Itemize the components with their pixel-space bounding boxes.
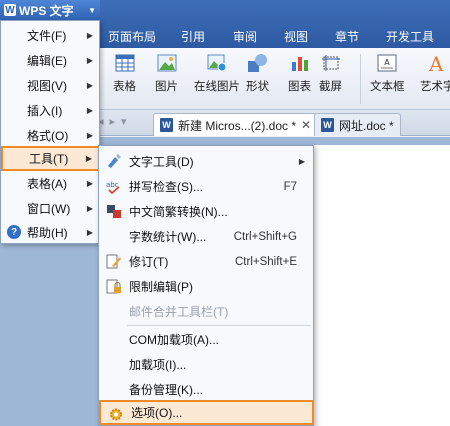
online-image-button[interactable]: 在线图片: [194, 52, 240, 94]
menu-com-addins[interactable]: COM加载项(A)...: [99, 327, 313, 352]
toolbar-separator: [360, 54, 361, 104]
art-text-button[interactable]: A 艺术字: [420, 52, 450, 94]
shape-icon: [247, 52, 269, 74]
text-tools-icon: [106, 154, 122, 169]
app-title: WPS 文字: [19, 3, 74, 18]
svg-text:A: A: [428, 53, 444, 73]
app-menu-button[interactable]: W WPS 文字 ▼: [0, 0, 100, 20]
caret-down-icon: ▼: [88, 5, 96, 15]
main-menu: 文件(F) ▶ 编辑(E) ▶ 视图(V) ▶ 插入(I) ▶ 格式(O) ▶ 工具(T)…: [0, 20, 100, 244]
arrow-right-icon: ▶: [86, 81, 93, 90]
arrow-right-icon: ▶: [85, 154, 92, 163]
chinese-conversion-icon: [106, 204, 122, 219]
screenshot-button[interactable]: 截屏: [319, 52, 342, 94]
menu-file[interactable]: 文件(F) ▶: [1, 23, 99, 48]
arrow-right-icon: ▶: [298, 157, 305, 166]
menu-tools[interactable]: 工具(T) ▶: [1, 146, 100, 171]
screenshot-icon: [320, 52, 342, 74]
doc-tab-label: 新建 Micros...(2).doc *: [178, 118, 297, 133]
menu-backup-manager[interactable]: 备份管理(K)...: [99, 377, 313, 402]
arrow-right-icon: ▶: [86, 228, 93, 237]
tab-review[interactable]: 审阅: [233, 28, 257, 45]
art-text-icon: A: [426, 52, 448, 74]
word-doc-icon: W: [321, 118, 334, 132]
arrow-right-icon: ▶: [86, 31, 93, 40]
spell-check-icon: abc: [106, 179, 122, 194]
menu-insert[interactable]: 插入(I) ▶: [1, 98, 99, 123]
menu-view[interactable]: 视图(V) ▶: [1, 73, 99, 98]
image-button[interactable]: 图片: [155, 52, 178, 94]
help-icon: ?: [7, 225, 21, 239]
options-gear-icon: [108, 407, 124, 422]
menu-chinese-conversion[interactable]: 中文简繁转换(N)...: [99, 199, 313, 224]
doc-tab-label: 网址.doc *: [339, 118, 394, 133]
arrow-right-icon: ▶: [86, 204, 93, 213]
menu-restrict-edit[interactable]: 限制编辑(P): [99, 274, 313, 299]
tab-page-layout[interactable]: 页面布局: [108, 28, 156, 45]
wps-logo-icon: W: [4, 4, 16, 16]
textbox-button[interactable]: A 文本框: [370, 52, 405, 94]
menu-help[interactable]: ? 帮助(H) ▶: [1, 220, 99, 245]
shape-button[interactable]: 形状: [246, 52, 269, 94]
menu-track-changes[interactable]: 修订(T) Ctrl+Shift+E: [99, 249, 313, 274]
tab-view[interactable]: 视图: [284, 28, 308, 45]
arrow-right-icon: ▶: [86, 179, 93, 188]
menu-format[interactable]: 格式(O) ▶: [1, 123, 99, 148]
menu-word-count[interactable]: 字数统计(W)... Ctrl+Shift+G: [99, 224, 313, 249]
tab-chapter[interactable]: 章节: [335, 28, 359, 45]
menu-edit[interactable]: 编辑(E) ▶: [1, 48, 99, 73]
doc-tab-new-microsoft[interactable]: W 新建 Micros...(2).doc * ✕: [153, 113, 319, 136]
menu-window[interactable]: 窗口(W) ▶: [1, 196, 99, 221]
arrow-right-icon: ▶: [86, 131, 93, 140]
online-image-icon: [206, 52, 228, 74]
menu-separator: [127, 325, 311, 326]
chart-button[interactable]: 图表: [288, 52, 311, 94]
arrow-right-icon: ▶: [86, 56, 93, 65]
table-button[interactable]: 表格: [113, 52, 136, 94]
menu-options[interactable]: 选项(O)...: [99, 400, 314, 425]
restrict-edit-icon: [106, 279, 122, 294]
table-icon: [114, 52, 136, 74]
tools-submenu: 文字工具(D) ▶ abc 拼写检查(S)... F7 中文简繁转换(N)...…: [98, 145, 314, 426]
menu-table[interactable]: 表格(A) ▶: [1, 171, 99, 196]
tab-developer[interactable]: 开发工具: [386, 28, 434, 45]
textbox-icon: A: [376, 52, 398, 74]
chart-icon: [289, 52, 311, 74]
doc-tab-urls[interactable]: W 网址.doc *: [314, 113, 401, 136]
tab-references[interactable]: 引用: [181, 28, 205, 45]
image-icon: [156, 52, 178, 74]
undo-redo-arrows-icon[interactable]: ◂▸▾: [98, 115, 133, 128]
menu-spell-check[interactable]: abc 拼写检查(S)... F7: [99, 174, 313, 199]
close-icon[interactable]: ✕: [301, 118, 311, 132]
menu-addins[interactable]: 加载项(I)...: [99, 352, 313, 377]
svg-text:A: A: [385, 58, 391, 67]
arrow-right-icon: ▶: [86, 106, 93, 115]
word-doc-icon: W: [160, 118, 173, 132]
menu-text-tools[interactable]: 文字工具(D) ▶: [99, 149, 313, 174]
track-changes-icon: [106, 254, 122, 269]
svg-text:abc: abc: [106, 181, 119, 189]
menu-mail-merge-toolbar: 邮件合并工具栏(T): [129, 305, 229, 319]
